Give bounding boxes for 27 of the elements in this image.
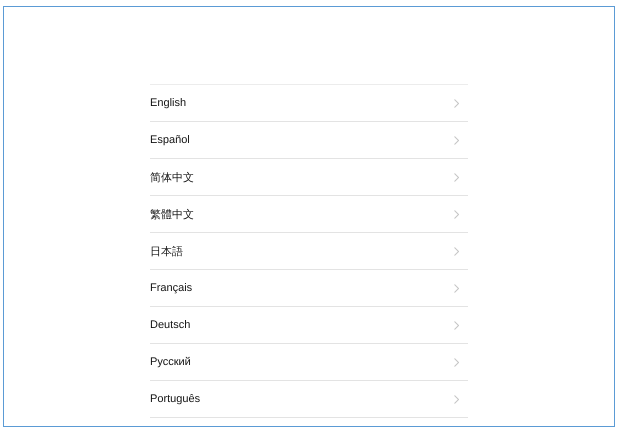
- language-item[interactable]: Português: [150, 381, 468, 418]
- chevron-icon: [454, 136, 459, 144]
- chevron-icon: [454, 358, 459, 366]
- language-item[interactable]: 简体中文: [150, 159, 468, 196]
- chevron-icon: [454, 172, 459, 182]
- chevron-icon: [454, 246, 459, 256]
- chevron-icon: [454, 284, 459, 292]
- language-item[interactable]: Русский: [150, 344, 468, 381]
- chevron-icon: [454, 98, 459, 108]
- language-item[interactable]: English: [150, 85, 468, 122]
- language-label: English: [150, 97, 186, 109]
- language-label: Deutsch: [150, 319, 190, 331]
- language-label: 简体中文: [150, 170, 194, 184]
- language-item[interactable]: Français: [150, 270, 468, 307]
- language-item[interactable]: Deutsch: [150, 307, 468, 344]
- chevron-icon: [454, 394, 459, 404]
- language-label: Español: [150, 134, 190, 146]
- language-item[interactable]: 日本語: [150, 233, 468, 270]
- language-label: Français: [150, 282, 192, 294]
- language-item[interactable]: Español: [150, 122, 468, 159]
- language-label: Русский: [150, 356, 191, 368]
- language-label: 日本語: [150, 244, 183, 258]
- chevron-icon: [454, 320, 459, 330]
- language-item[interactable]: 繁體中文: [150, 196, 468, 233]
- chevron-icon: [454, 210, 459, 218]
- language-label: Português: [150, 393, 200, 405]
- language-label: 繁體中文: [150, 208, 194, 222]
